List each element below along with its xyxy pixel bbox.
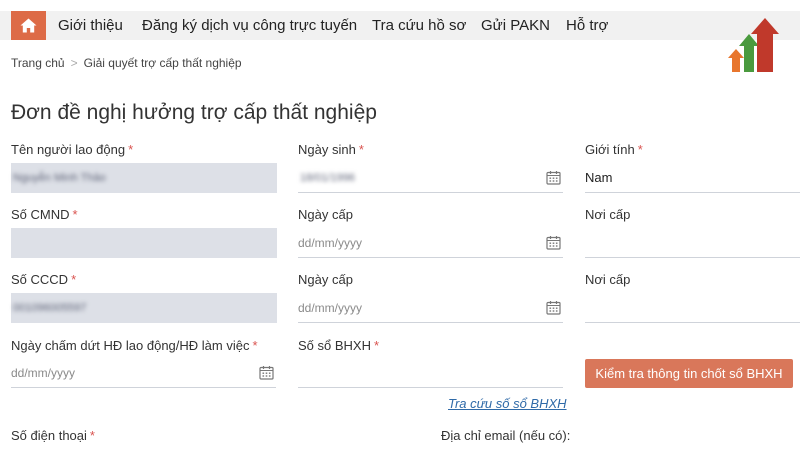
cccd-issue-place-label: Nơi cấp	[585, 272, 631, 287]
dob-field[interactable]: 18/01/1996	[298, 163, 563, 193]
home-button[interactable]	[11, 11, 46, 40]
cccd-issue-date-field[interactable]: dd/mm/yyyy	[298, 293, 563, 323]
bhxh-number-label: Số sổ BHXH *	[298, 338, 380, 353]
nav-item-dang-ky-dich-vu[interactable]: Đăng ký dịch vụ công trực tuyến	[142, 11, 357, 40]
calendar-icon[interactable]	[546, 235, 561, 250]
calendar-icon[interactable]	[546, 170, 561, 185]
worker-name-field[interactable]: Nguyễn Minh Thảo	[11, 163, 277, 193]
nav-item-gioi-thieu[interactable]: Giới thiệu	[58, 11, 123, 40]
nav-item-gui-pakn[interactable]: Gửi PAKN	[481, 11, 550, 40]
cmnd-issue-place-label: Nơi cấp	[585, 207, 631, 222]
breadcrumb-current: Giải quyết trợ cấp thất nghiệp	[83, 56, 242, 70]
termination-date-field[interactable]: dd/mm/yyyy	[11, 358, 276, 388]
phone-label: Số điện thoại *	[11, 428, 95, 443]
gender-label: Giới tính *	[585, 142, 643, 157]
calendar-icon[interactable]	[546, 300, 561, 315]
page-title: Đơn đề nghị hưởng trợ cấp thất nghiệp	[11, 101, 377, 124]
breadcrumb: Trang chủ > Giải quyết trợ cấp thất nghiệp	[11, 56, 242, 70]
cccd-label: Số CCCD *	[11, 272, 77, 287]
gender-select[interactable]: Nam	[585, 163, 800, 193]
email-label: Địa chỉ email (nếu có):	[441, 428, 571, 443]
home-icon	[20, 18, 37, 33]
cccd-issue-place-field[interactable]	[585, 293, 800, 323]
breadcrumb-home-link[interactable]: Trang chủ	[11, 56, 65, 70]
cmnd-field[interactable]	[11, 228, 277, 258]
termination-date-label: Ngày chấm dứt HĐ lao động/HĐ làm việc *	[11, 338, 258, 353]
nav-item-ho-tro[interactable]: Hỗ trợ	[566, 11, 608, 40]
cccd-field[interactable]: 001096005597	[11, 293, 277, 323]
nav-item-tra-cuu-ho-so[interactable]: Tra cứu hồ sơ	[372, 11, 466, 40]
cmnd-label: Số CMND *	[11, 207, 78, 222]
cccd-issue-date-label: Ngày cấp	[298, 272, 353, 287]
check-bhxh-button[interactable]: Kiểm tra thông tin chốt sổ BHXH	[585, 359, 793, 388]
worker-name-label: Tên người lao động *	[11, 142, 134, 157]
breadcrumb-separator: >	[70, 56, 78, 70]
cmnd-issue-place-field[interactable]	[585, 228, 800, 258]
bhxh-lookup-link[interactable]: Tra cứu số sổ BHXH	[448, 396, 567, 411]
site-logo	[728, 18, 779, 72]
cmnd-issue-date-label: Ngày cấp	[298, 207, 353, 222]
bhxh-number-field[interactable]	[298, 358, 563, 388]
dob-label: Ngày sinh *	[298, 142, 364, 157]
cmnd-issue-date-field[interactable]: dd/mm/yyyy	[298, 228, 563, 258]
calendar-icon[interactable]	[259, 365, 274, 380]
